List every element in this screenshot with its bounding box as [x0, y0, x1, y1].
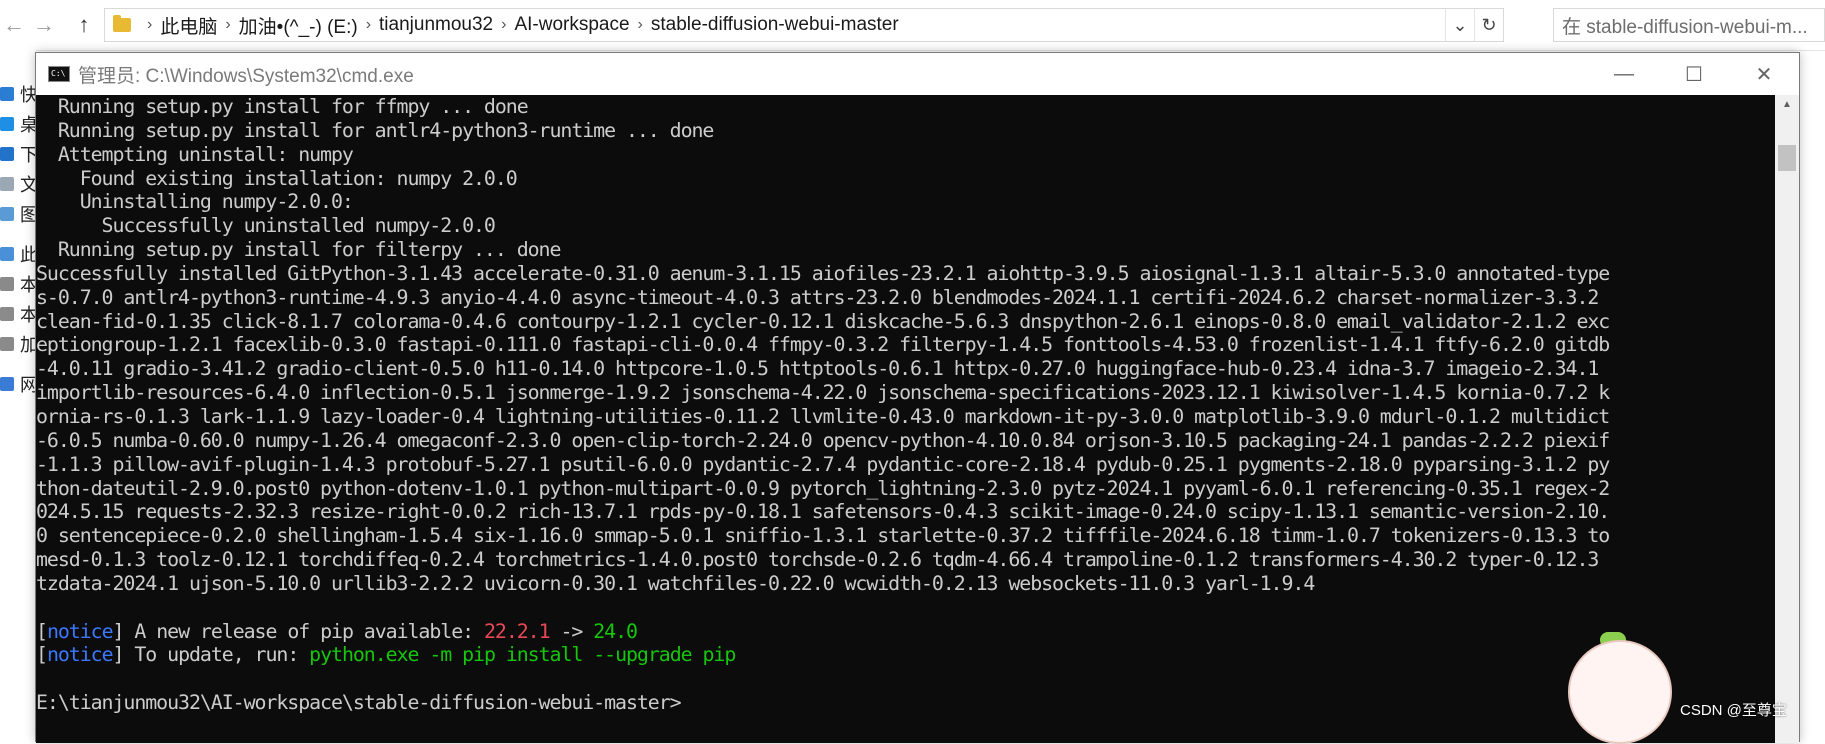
pip-update-line: [notice] To update, run: python.exe -m p…: [36, 643, 1776, 667]
close-button[interactable]: ✕: [1729, 53, 1799, 95]
console-line: thon-dateutil-2.9.0.post0 python-dotenv-…: [36, 476, 1610, 500]
forward-arrow-icon[interactable]: →: [30, 8, 58, 42]
nav-item-quick-access[interactable]: 快: [0, 80, 36, 108]
computer-icon: [0, 247, 14, 261]
refresh-icon[interactable]: ↻: [1474, 9, 1503, 41]
bracket: ]: [112, 619, 125, 643]
notice-text: To update, run:: [123, 643, 310, 667]
nav-item-this-pc[interactable]: 此: [0, 240, 36, 268]
console-line: ornia-rs-0.1.3 lark-1.1.9 lazy-loader-0.…: [36, 404, 1610, 428]
chevron-right-icon[interactable]: ›: [638, 16, 643, 34]
document-icon: [0, 177, 14, 191]
console-line: Running setup.py install for ffmpy ... d…: [57, 95, 529, 118]
bracket: [: [36, 643, 48, 667]
notice-text: A new release of pip available:: [123, 619, 484, 643]
up-arrow-icon[interactable]: ↑: [70, 8, 98, 42]
console-line: -6.0.5 numba-0.60.0 numpy-1.26.4 omegaco…: [36, 428, 1610, 452]
watermark-text: CSDN @至尊宝: [1680, 702, 1787, 719]
breadcrumb-current-folder[interactable]: stable-diffusion-webui-master: [651, 14, 899, 36]
console-line: s-0.7.0 antlr4-python3-runtime-4.9.3 any…: [36, 285, 1599, 309]
network-icon: [0, 377, 14, 391]
console-line: clean-fid-0.1.35 click-8.1.7 colorama-0.…: [36, 309, 1610, 333]
nav-item-downloads[interactable]: 下: [0, 140, 36, 168]
scrollbar-thumb[interactable]: [1778, 145, 1796, 171]
address-bar[interactable]: › 此电脑 › 加油•(^_-) (E:) › tianjunmou32 › A…: [104, 8, 1504, 42]
nav-item-documents[interactable]: 文: [0, 170, 36, 198]
console-line: Found existing installation: numpy 2.0.0: [79, 166, 518, 190]
breadcrumb-drive[interactable]: 加油•(^_-) (E:): [239, 12, 358, 39]
back-arrow-icon[interactable]: ←: [0, 8, 28, 42]
pip-notice-line: [notice] A new release of pip available:…: [36, 620, 1776, 644]
console-line: Attempting uninstall: numpy: [57, 142, 354, 166]
nav-item-drive-e[interactable]: 加: [0, 330, 36, 358]
console-line: Running setup.py install for filterpy ..…: [57, 238, 562, 262]
mascot-sticker: [1568, 640, 1672, 744]
disk-icon: [0, 307, 14, 321]
nav-item-local-disk[interactable]: 本: [0, 270, 36, 298]
desktop-icon: [0, 117, 14, 131]
console-line: importlib-resources-6.4.0 inflection-0.5…: [36, 381, 1610, 405]
console-output[interactable]: Running setup.py install for ffmpy ... d…: [36, 95, 1776, 743]
console-line: 0 sentencepiece-0.2.0 shellingham-1.5.4 …: [36, 524, 1610, 548]
bracket: ]: [112, 643, 125, 667]
console-line: -1.1.3 pillow-avif-plugin-1.4.3 protobuf…: [36, 452, 1610, 476]
star-icon: [0, 87, 14, 101]
cmd-window[interactable]: C:\ 管理员: C:\Windows\System32\cmd.exe — ☐…: [35, 52, 1800, 743]
console-text: Running setup.py install for ffmpy ... d…: [36, 95, 1776, 596]
nav-item-network[interactable]: 网: [0, 370, 36, 398]
console-line: 024.5.15 requests-2.32.3 resize-right-0.…: [36, 500, 1610, 524]
disk-icon: [0, 277, 14, 291]
breadcrumb-this-pc[interactable]: 此电脑: [160, 12, 217, 39]
console-line: -4.0.11 gradio-3.41.2 gradio-client-0.5.…: [36, 357, 1599, 381]
chevron-right-icon[interactable]: ›: [501, 16, 506, 34]
chevron-right-icon[interactable]: ›: [366, 16, 371, 34]
command-prompt[interactable]: E:\tianjunmou32\AI-workspace\stable-diff…: [36, 691, 1776, 715]
upgrade-command: python.exe -m pip install --upgrade pip: [309, 643, 736, 667]
version-arrow: ->: [549, 619, 594, 643]
navigation-pane: 快 桌 下 文 图 此 本 本 加 网: [0, 50, 36, 732]
console-line: Uninstalling numpy-2.0.0:: [79, 190, 354, 214]
chevron-down-icon[interactable]: ⌄: [1445, 9, 1474, 41]
folder-icon: [113, 15, 131, 32]
console-line: tzdata-2024.1 ujson-5.10.0 urllib3-2.2.2…: [36, 571, 1315, 595]
new-version: 24.0: [593, 619, 638, 643]
window-title: 管理员: C:\Windows\System32\cmd.exe: [78, 65, 414, 87]
maximize-button[interactable]: ☐: [1659, 53, 1729, 95]
console-blank-line: [36, 596, 1776, 620]
old-version: 22.2.1: [483, 619, 551, 643]
nav-item-local-disk[interactable]: 本: [0, 300, 36, 328]
console-line: eptiongroup-1.2.1 facexlib-0.3.0 fastapi…: [36, 333, 1610, 357]
scroll-up-icon[interactable]: ▲: [1775, 95, 1799, 113]
disk-icon: [0, 337, 14, 351]
console-line: Successfully installed GitPython-3.1.43 …: [36, 261, 1610, 285]
explorer-toolbar: ← → ↑ › 此电脑 › 加油•(^_-) (E:) › tianjunmou…: [0, 0, 1825, 51]
cmd-titlebar[interactable]: C:\ 管理员: C:\Windows\System32\cmd.exe — ☐…: [36, 53, 1799, 95]
breadcrumb-folder[interactable]: AI-workspace: [514, 14, 629, 36]
nav-item-pictures[interactable]: 图: [0, 200, 36, 228]
notice-tag: notice: [46, 643, 114, 667]
search-input[interactable]: 在 stable-diffusion-webui-m...: [1553, 8, 1825, 42]
vertical-scrollbar[interactable]: ▲: [1775, 95, 1799, 743]
nav-item-desktop[interactable]: 桌: [0, 110, 36, 138]
chevron-right-icon[interactable]: ›: [225, 16, 230, 34]
console-line: Successfully uninstalled numpy-2.0.0: [101, 214, 496, 238]
cmd-icon: C:\: [48, 66, 70, 82]
chevron-right-icon[interactable]: ›: [147, 16, 152, 34]
console-line: mesd-0.1.3 toolz-0.12.1 torchdiffeq-0.2.…: [36, 548, 1599, 572]
bracket: [: [36, 619, 48, 643]
console-line: Running setup.py install for antlr4-pyth…: [57, 118, 715, 142]
minimize-button[interactable]: —: [1589, 53, 1659, 95]
picture-icon: [0, 207, 14, 221]
console-blank-line: [36, 667, 1776, 691]
download-icon: [0, 147, 14, 161]
notice-tag: notice: [46, 619, 114, 643]
breadcrumb-folder[interactable]: tianjunmou32: [379, 14, 493, 36]
